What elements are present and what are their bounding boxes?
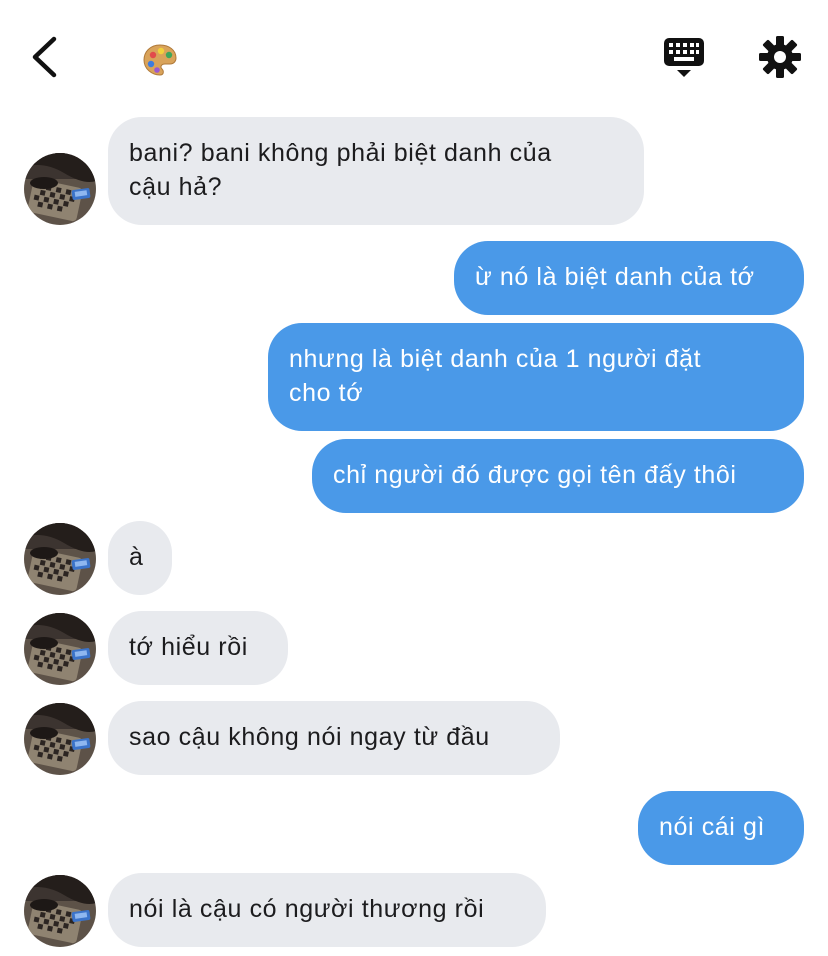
incoming-message-bubble[interactable]: bani? bani không phải biệt danh của cậu … <box>108 117 644 225</box>
incoming-message-bubble[interactable]: tớ hiểu rồi <box>108 611 288 685</box>
chevron-left-icon[interactable] <box>26 34 66 80</box>
gear-icon[interactable] <box>758 35 802 79</box>
outgoing-message-bubble[interactable]: nói cái gì <box>638 791 804 865</box>
keyboard-icon[interactable] <box>662 36 706 80</box>
outgoing-message-bubble[interactable]: ừ nó là biệt danh của tớ <box>454 241 804 315</box>
chat-header <box>0 0 828 110</box>
incoming-message-bubble[interactable]: sao cậu không nói ngay từ đầu <box>108 701 560 775</box>
contact-avatar[interactable] <box>24 153 96 225</box>
incoming-message-bubble[interactable]: nói là cậu có người thương rồi <box>108 873 546 947</box>
outgoing-message-bubble[interactable]: chỉ người đó được gọi tên đấy thôi <box>312 439 804 513</box>
incoming-message-bubble[interactable]: à <box>108 521 172 595</box>
contact-avatar[interactable] <box>24 523 96 595</box>
contact-avatar[interactable] <box>24 613 96 685</box>
outgoing-message-bubble[interactable]: nhưng là biệt danh của 1 người đặt cho t… <box>268 323 804 431</box>
artist-palette-icon <box>143 44 177 76</box>
contact-avatar[interactable] <box>24 875 96 947</box>
contact-avatar[interactable] <box>24 703 96 775</box>
